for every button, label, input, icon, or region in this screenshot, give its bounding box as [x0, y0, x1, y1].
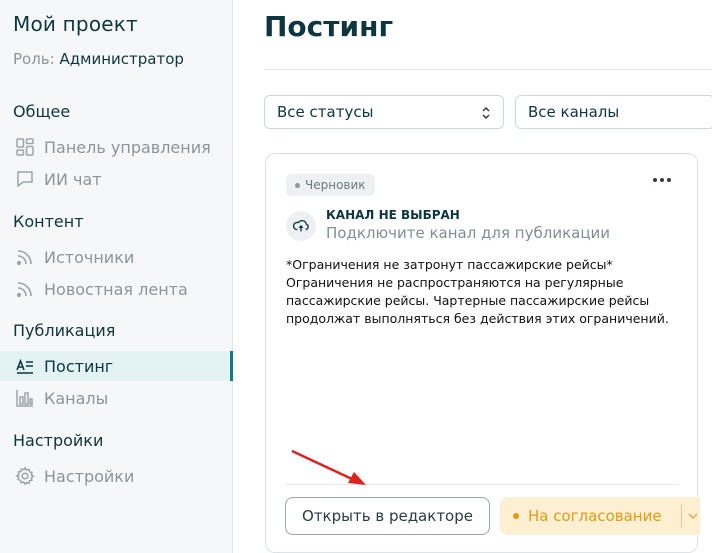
open-in-editor-button[interactable]: Открыть в редакторе [285, 497, 490, 535]
approval-dot [513, 513, 519, 519]
section-content: Контент [13, 212, 84, 231]
role-label: Роль: [13, 50, 55, 68]
posting-icon [14, 355, 36, 377]
role-line: Роль: Администратор [13, 50, 184, 68]
sidebar-item-settings[interactable]: Настройки [0, 461, 233, 491]
button-separator [681, 505, 682, 527]
sidebar-item-label: Панель управления [44, 137, 211, 157]
send-for-approval-label: На согласование [528, 507, 662, 525]
dashboard-icon [14, 136, 36, 158]
sidebar-item-label: Постинг [44, 356, 114, 376]
status-filter-select[interactable]: Все статусы [264, 95, 504, 129]
sidebar-item-posting[interactable]: Постинг [0, 351, 233, 381]
sidebar-item-ai-chat[interactable]: ИИ чат [0, 164, 233, 194]
post-body-line: продолжат выполняться без действия этих … [286, 311, 669, 326]
channel-subtitle: Подключите канал для публикации [326, 224, 611, 242]
project-title: Мой проект [13, 12, 138, 36]
channel-disconnected-icon [286, 211, 316, 241]
post-body-line: *Ограничения не затронут пассажирские ре… [286, 257, 613, 272]
post-body: *Ограничения не затронут пассажирские ре… [286, 256, 681, 328]
post-body-line: пассажирские рейсы. Чартерные пассажирск… [286, 293, 650, 308]
sidebar-item-channels[interactable]: Каналы [0, 383, 233, 413]
sidebar: Мой проект Роль: Администратор Общее Пан… [0, 0, 233, 553]
header-divider [264, 69, 712, 70]
bar-chart-icon [14, 387, 36, 409]
card-divider [286, 484, 679, 485]
more-options-icon[interactable] [653, 178, 671, 182]
sidebar-item-label: Каналы [44, 388, 109, 408]
chevron-updown-icon [482, 107, 490, 119]
sidebar-item-label: Новостная лента [44, 279, 188, 299]
section-general: Общее [13, 102, 71, 121]
sidebar-item-news-feed[interactable]: Новостная лента [0, 274, 233, 304]
channels-filter-select[interactable]: Все каналы [515, 95, 712, 129]
post-card: Черновик КАНАЛ НЕ ВЫБРАН Подключите кана… [265, 153, 700, 553]
section-publication: Публикация [13, 321, 116, 340]
status-badge-label: Черновик [305, 178, 366, 192]
sidebar-item-label: ИИ чат [44, 169, 102, 189]
channel-title: КАНАЛ НЕ ВЫБРАН [326, 208, 460, 222]
badge-dot [295, 182, 300, 188]
rss-icon [14, 278, 36, 300]
sidebar-item-label: Источники [44, 247, 135, 267]
channels-filter-value: Все каналы [528, 103, 620, 121]
role-value: Администратор [59, 50, 184, 68]
page-title: Постинг [264, 10, 394, 43]
chevron-down-icon[interactable] [688, 512, 698, 520]
rss-icon [14, 246, 36, 268]
status-filter-value: Все статусы [277, 103, 374, 121]
sidebar-item-dashboard[interactable]: Панель управления [0, 132, 233, 162]
send-for-approval-button[interactable]: На согласование [500, 497, 700, 535]
chat-icon [14, 168, 36, 190]
section-settings: Настройки [13, 431, 104, 450]
sidebar-item-label: Настройки [44, 466, 135, 486]
sidebar-item-sources[interactable]: Источники [0, 242, 233, 272]
post-body-line: Ограничения не распространяются на регул… [286, 275, 624, 290]
gear-icon [14, 465, 36, 487]
status-badge: Черновик [286, 174, 375, 196]
